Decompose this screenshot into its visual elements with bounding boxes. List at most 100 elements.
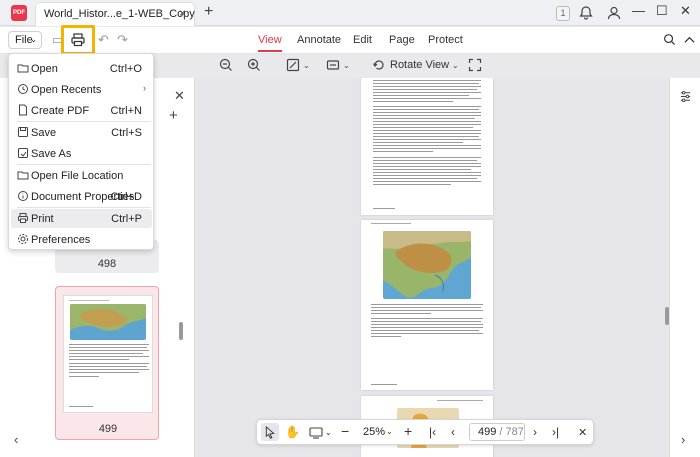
thumbnail-page-preview xyxy=(63,295,153,413)
menu-item-label: Save As xyxy=(31,148,72,160)
menu-item-label: Print xyxy=(31,213,54,225)
menu-divider xyxy=(17,121,151,122)
previous-page-icon[interactable]: ‹ xyxy=(451,425,455,439)
document-tab[interactable]: World_Histor...e_1-WEB_Copy × xyxy=(35,2,195,26)
hand-tool-icon[interactable]: ✋ xyxy=(285,425,300,439)
document-page xyxy=(361,220,493,390)
chevron-down-icon[interactable]: ⌄ xyxy=(343,61,350,70)
print-button-highlight xyxy=(61,25,95,55)
menu-item-label: Create PDF xyxy=(31,105,90,117)
chevron-down-icon[interactable]: ⌄ xyxy=(452,61,459,70)
menu-item-label: Preferences xyxy=(31,234,91,246)
cursor-arrow-icon xyxy=(265,426,275,439)
first-page-icon[interactable]: |‹ xyxy=(429,425,436,439)
document-viewport[interactable] xyxy=(196,78,668,457)
menu-item-shortcut: Ctrl+P xyxy=(111,213,142,225)
account-icon[interactable] xyxy=(606,5,622,21)
menu-item-label: Open xyxy=(31,63,58,75)
search-icon[interactable] xyxy=(663,33,676,46)
chevron-down-icon[interactable]: ⌄ xyxy=(386,427,393,436)
tab-view[interactable]: View xyxy=(258,34,282,52)
menu-item-label: Open File Location xyxy=(31,170,124,182)
rotate-icon[interactable] xyxy=(372,58,386,72)
folder-icon xyxy=(17,171,29,180)
new-tab-button[interactable]: + xyxy=(204,4,213,20)
zoom-in-icon[interactable] xyxy=(247,58,261,72)
notification-count-badge[interactable]: 1 xyxy=(556,6,570,21)
display-mode-icon[interactable] xyxy=(309,426,323,439)
fullscreen-icon[interactable] xyxy=(468,58,482,72)
maximize-button[interactable]: ☐ xyxy=(656,3,668,19)
display-mode-icon[interactable] xyxy=(326,58,340,72)
settings-sliders-icon[interactable] xyxy=(679,90,692,103)
app-logo: PDF xyxy=(11,5,27,21)
tab-page[interactable]: Page xyxy=(389,34,415,46)
printer-icon xyxy=(18,213,28,223)
thumbnail-label: 499 xyxy=(98,423,118,435)
zoom-level[interactable]: 25% xyxy=(363,426,385,438)
floppy-disk-icon xyxy=(18,127,28,137)
menu-item-open[interactable]: Open Ctrl+O xyxy=(11,59,152,78)
zoom-out-button[interactable]: − xyxy=(341,423,349,439)
menu-item-shortcut: Ctrl+D xyxy=(110,191,142,203)
file-dropdown-menu: Open Ctrl+O Open Recents › Create PDF Ct… xyxy=(8,53,154,250)
chevron-right-icon: › xyxy=(143,83,146,93)
menu-item-preferences[interactable]: Preferences xyxy=(11,230,152,249)
menu-item-save[interactable]: Save Ctrl+S xyxy=(11,123,152,142)
close-navbar-icon[interactable]: ✕ xyxy=(578,426,587,439)
menu-item-document-properties[interactable]: Document Properties Ctrl+D xyxy=(11,187,152,206)
menu-item-label: Save xyxy=(31,127,57,139)
rotate-view-label[interactable]: Rotate View xyxy=(390,59,449,71)
menu-item-create-pdf[interactable]: Create PDF Ctrl+N xyxy=(11,101,152,120)
menu-item-shortcut: Ctrl+S xyxy=(111,127,142,139)
menu-item-open-file-location[interactable]: Open File Location xyxy=(11,166,152,185)
panel-scrollbar[interactable] xyxy=(179,322,183,340)
bell-icon[interactable] xyxy=(578,5,594,21)
info-icon xyxy=(18,191,28,201)
total-pages: / 787 xyxy=(499,426,524,438)
title-bar: PDF World_Histor...e_1-WEB_Copy × + 1 — … xyxy=(0,0,700,26)
page-display-icon[interactable] xyxy=(286,58,300,72)
menu-item-label: Open Recents xyxy=(31,84,102,96)
add-page-icon[interactable]: + xyxy=(169,107,178,124)
menu-item-save-as[interactable]: Save As xyxy=(11,144,152,163)
document-page xyxy=(361,78,493,215)
chevron-left-icon[interactable]: ‹ xyxy=(14,432,18,447)
tab-edit[interactable]: Edit xyxy=(353,34,372,46)
tab-protect[interactable]: Protect xyxy=(428,34,463,46)
chevron-down-icon[interactable]: ⌄ xyxy=(303,61,310,70)
zoom-in-button[interactable]: + xyxy=(404,423,412,439)
thumbnail-label: 498 xyxy=(97,258,117,270)
chevron-down-icon[interactable]: ⌄ xyxy=(325,428,332,437)
view-toolbar: ⌄ ⌄ Rotate View ⌄ xyxy=(200,54,670,78)
page-navigation-bar: ✋ ⌄ − 25% ⌄ + |‹ ‹ 499 / 787 › ›| ✕ xyxy=(256,419,594,445)
redo-icon[interactable]: ↷ xyxy=(117,32,128,48)
right-sidebar: › xyxy=(669,78,700,457)
page-number-field[interactable]: 499 / 787 xyxy=(469,423,525,441)
next-page-icon[interactable]: › xyxy=(533,425,537,439)
close-tab-icon[interactable]: × xyxy=(179,6,186,20)
current-page-value: 499 xyxy=(478,426,497,438)
menu-item-shortcut: Ctrl+N xyxy=(110,105,142,117)
last-page-icon[interactable]: ›| xyxy=(552,425,559,439)
folder-open-icon xyxy=(17,64,29,73)
tab-annotate[interactable]: Annotate xyxy=(297,34,341,46)
chevron-right-icon[interactable]: › xyxy=(681,432,685,447)
close-panel-icon[interactable]: ✕ xyxy=(174,88,185,104)
undo-icon[interactable]: ↶ xyxy=(98,32,109,48)
collapse-icon[interactable] xyxy=(683,33,696,46)
chevron-down-icon: ⌄ xyxy=(30,35,37,44)
thumbnail-page-499[interactable]: 499 xyxy=(55,286,159,440)
minimize-button[interactable]: — xyxy=(632,3,645,18)
map-figure xyxy=(383,231,471,299)
zoom-out-icon[interactable] xyxy=(219,58,233,72)
new-document-icon xyxy=(19,104,27,116)
menu-item-print[interactable]: Print Ctrl+P xyxy=(11,209,152,228)
close-window-button[interactable]: ✕ xyxy=(680,3,691,19)
menu-item-shortcut: Ctrl+O xyxy=(109,63,142,75)
file-menu-button[interactable]: File ⌄ xyxy=(8,31,42,49)
gear-icon xyxy=(18,234,28,244)
main-toolbar: File ⌄ ▭ ↶ ↷ View Annotate Edit Page Pro… xyxy=(0,27,700,54)
menu-item-open-recents[interactable]: Open Recents › xyxy=(11,80,152,99)
clock-icon xyxy=(18,84,28,94)
